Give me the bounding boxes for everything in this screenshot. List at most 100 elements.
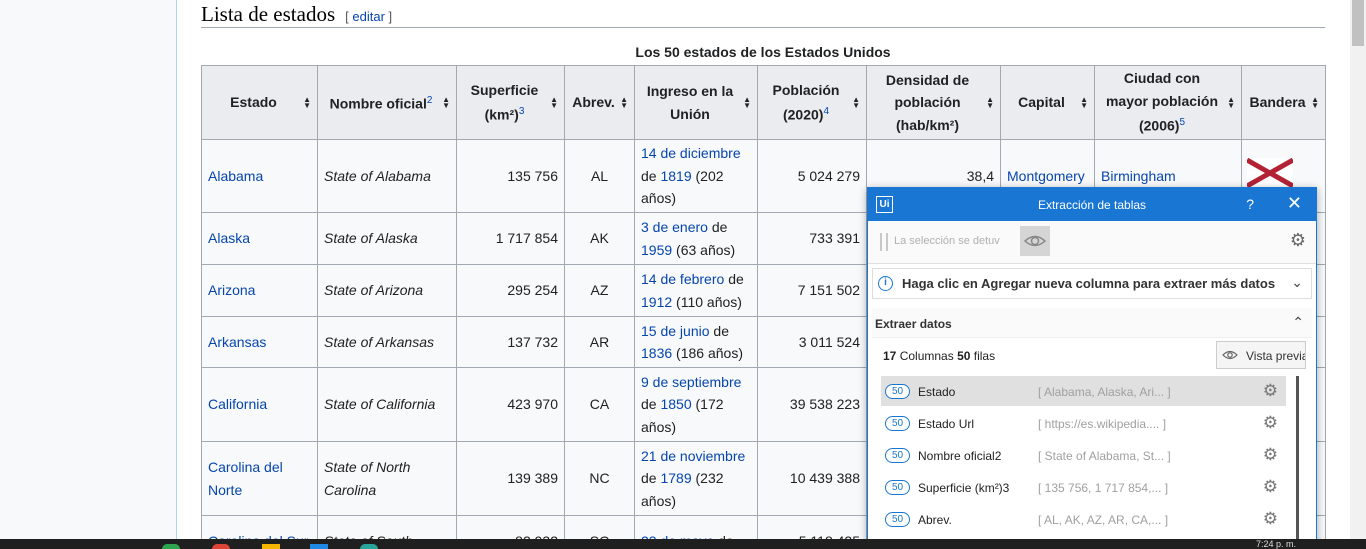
abbreviation-cell: NC bbox=[564, 441, 635, 516]
page-scrollbar[interactable] bbox=[1350, 0, 1366, 549]
column-settings-gear-icon[interactable]: ⚙ bbox=[1263, 477, 1278, 497]
sort-arrows-icon[interactable]: ▲ ▼ bbox=[1080, 95, 1088, 109]
column-header[interactable]: Capital ▲ ▼ bbox=[1000, 65, 1095, 140]
column-settings-gear-icon[interactable]: ⚙ bbox=[1263, 413, 1278, 433]
chevron-down-icon[interactable]: ⌄ bbox=[1291, 274, 1303, 291]
column-settings-gear-icon[interactable]: ⚙ bbox=[1263, 381, 1278, 401]
admission-date-cell: 3 de enero de 1959 (63 años) bbox=[634, 212, 758, 265]
flag-saltire-icon bbox=[1247, 158, 1293, 188]
admission-date-link[interactable]: 15 de junio bbox=[641, 323, 710, 339]
admission-date-link[interactable]: 21 de noviembre bbox=[641, 448, 745, 464]
population-cell-text: 10 439 388 bbox=[789, 470, 860, 487]
sort-arrows-icon[interactable]: ▲ ▼ bbox=[303, 95, 311, 109]
extract-data-section-header[interactable]: Extraer datos ⌃ bbox=[872, 308, 1312, 338]
sort-arrows-icon[interactable]: ▲ ▼ bbox=[442, 95, 450, 109]
alabama-flag-image[interactable] bbox=[1247, 158, 1293, 188]
rows-label: filas bbox=[970, 349, 996, 363]
column-preview: [ 135 756, 1 717 854,... ] bbox=[1038, 481, 1169, 495]
sort-down-icon: ▼ bbox=[1227, 100, 1235, 110]
admission-year-link[interactable]: 1836 bbox=[641, 345, 672, 361]
taskbar-app-icon[interactable] bbox=[262, 544, 280, 549]
footnote-ref[interactable]: 4 bbox=[823, 106, 829, 117]
sort-down-icon: ▼ bbox=[852, 100, 860, 110]
highlight-toggle-button[interactable] bbox=[1020, 226, 1050, 256]
extraction-column-row[interactable]: 50 Abrev. [ AL, AK, AZ, AR, CA,... ] ⚙ bbox=[881, 504, 1286, 534]
official-name-cell-text: State of North Carolina bbox=[324, 459, 411, 498]
population-cell: 5 024 279 bbox=[757, 139, 867, 213]
footnote-ref[interactable]: 3 bbox=[519, 106, 525, 117]
section-title: Lista de estados bbox=[201, 2, 336, 26]
preview-label: Vista previa bbox=[1246, 349, 1306, 363]
footnote-ref[interactable]: 2 bbox=[427, 95, 433, 106]
column-header-label: Superficie (km²) bbox=[470, 81, 539, 123]
info-banner[interactable]: i Haga clic en Agregar nueva columna par… bbox=[872, 268, 1312, 299]
column-settings-gear-icon[interactable]: ⚙ bbox=[1263, 509, 1278, 529]
sort-arrows-icon[interactable]: ▲ ▼ bbox=[620, 95, 628, 109]
extraction-column-row[interactable]: 50 Estado Url [ https://es.wikipedia.... ]… bbox=[881, 408, 1286, 438]
largest-city-cell-text[interactable]: Birmingham bbox=[1101, 168, 1176, 184]
taskbar-app-icon[interactable] bbox=[212, 544, 230, 549]
column-preview: [ State of Alabama, St... ] bbox=[1038, 449, 1171, 463]
footnote-ref[interactable]: 5 bbox=[1179, 117, 1185, 128]
admission-year-link[interactable]: 1819 bbox=[660, 168, 691, 184]
scrollbar-thumb[interactable] bbox=[1352, 0, 1364, 46]
sort-arrows-icon[interactable]: ▲ ▼ bbox=[1311, 95, 1319, 109]
column-list-scrollbar[interactable] bbox=[1296, 376, 1299, 549]
state-name-cell-text[interactable]: Alabama bbox=[208, 168, 263, 184]
column-header[interactable]: Superficie (km²)3 ▲ ▼ bbox=[456, 65, 565, 140]
sort-arrows-icon[interactable]: ▲ ▼ bbox=[550, 95, 558, 109]
column-header[interactable]: Nombre oficial2 ▲ ▼ bbox=[317, 65, 457, 140]
sort-arrows-icon[interactable]: ▲ ▼ bbox=[1227, 95, 1235, 110]
info-message: Haga clic en Agregar nueva columna para … bbox=[902, 276, 1276, 291]
column-header-label: Estado bbox=[230, 94, 277, 111]
chevron-up-icon[interactable]: ⌃ bbox=[1292, 314, 1304, 331]
column-settings-gear-icon[interactable]: ⚙ bbox=[1263, 445, 1278, 465]
taskbar-app-icon[interactable] bbox=[162, 544, 180, 549]
official-name-cell: State of Alabama bbox=[317, 139, 457, 213]
extraction-column-row[interactable]: 50 Estado [ Alabama, Alaska, Ari... ] ⚙ bbox=[881, 376, 1286, 406]
sort-arrows-icon[interactable]: ▲ ▼ bbox=[852, 95, 860, 110]
admission-year-link[interactable]: 1850 bbox=[660, 396, 691, 412]
column-header-label: Abrev. bbox=[572, 94, 615, 111]
section-title: Extraer datos bbox=[875, 317, 952, 331]
admission-date-link[interactable]: 3 de enero bbox=[641, 219, 708, 235]
admission-date-link[interactable]: 14 de diciembre bbox=[641, 145, 741, 161]
column-header[interactable]: Abrev. ▲ ▼ bbox=[564, 65, 635, 140]
taskbar-app-icon[interactable] bbox=[360, 544, 378, 549]
admission-date-link[interactable]: 9 de septiembre bbox=[641, 374, 741, 390]
eye-icon bbox=[1023, 235, 1047, 247]
admission-year-link[interactable]: 1959 bbox=[641, 242, 672, 258]
admission-date-link[interactable]: 14 de febrero bbox=[641, 271, 724, 287]
abbreviation-cell: CA bbox=[564, 367, 635, 442]
state-name-cell-text[interactable]: Alaska bbox=[208, 230, 250, 246]
help-button[interactable]: ? bbox=[1246, 196, 1254, 212]
sort-arrows-icon[interactable]: ▲ ▼ bbox=[743, 95, 751, 109]
state-name-cell-text[interactable]: Arkansas bbox=[208, 334, 266, 350]
edit-link[interactable]: editar bbox=[352, 9, 385, 24]
column-header[interactable]: Ingreso en la Unión ▲ ▼ bbox=[634, 65, 758, 140]
capital-cell-text[interactable]: Montgomery bbox=[1007, 168, 1085, 184]
column-header[interactable]: Densidad de población (hab/km²) ▲ ▼ bbox=[866, 65, 1001, 140]
abbreviation-cell-text: NC bbox=[589, 470, 610, 487]
close-button[interactable]: ✕ bbox=[1287, 193, 1302, 214]
taskbar-app-icon[interactable] bbox=[310, 544, 328, 549]
area-cell: 1 717 854 bbox=[456, 212, 565, 265]
preview-button[interactable]: Vista previa bbox=[1216, 341, 1306, 369]
extraction-column-row[interactable]: 50 Nombre oficial2 [ State of Alabama, St.… bbox=[881, 440, 1286, 470]
state-name-cell-text[interactable]: Carolina del Norte bbox=[208, 459, 283, 498]
admission-year-link[interactable]: 1912 bbox=[641, 294, 672, 310]
window-titlebar[interactable]: Ui Extracción de tablas ? ✕ bbox=[868, 188, 1316, 221]
column-header[interactable]: Ciudad con mayor población (2006)5 ▲ ▼ bbox=[1094, 65, 1242, 140]
sort-arrows-icon[interactable]: ▲ ▼ bbox=[986, 95, 994, 109]
columns-count: 17 bbox=[883, 349, 897, 363]
state-name-cell-text[interactable]: California bbox=[208, 396, 267, 412]
column-header[interactable]: Estado ▲ ▼ bbox=[201, 65, 318, 140]
extraction-column-row[interactable]: 50 Superficie (km²)3 [ 135 756, 1 717 854,… bbox=[881, 472, 1286, 502]
column-header[interactable]: Población (2020)4 ▲ ▼ bbox=[757, 65, 867, 140]
settings-gear-icon[interactable]: ⚙ bbox=[1290, 230, 1306, 251]
admission-year-link[interactable]: 1789 bbox=[660, 470, 691, 486]
column-header[interactable]: Bandera ▲ ▼ bbox=[1241, 65, 1326, 140]
state-name-cell-text[interactable]: Arizona bbox=[208, 282, 255, 298]
density-cell-text: 38,4 bbox=[966, 167, 994, 184]
area-cell-text: 423 970 bbox=[507, 396, 558, 413]
